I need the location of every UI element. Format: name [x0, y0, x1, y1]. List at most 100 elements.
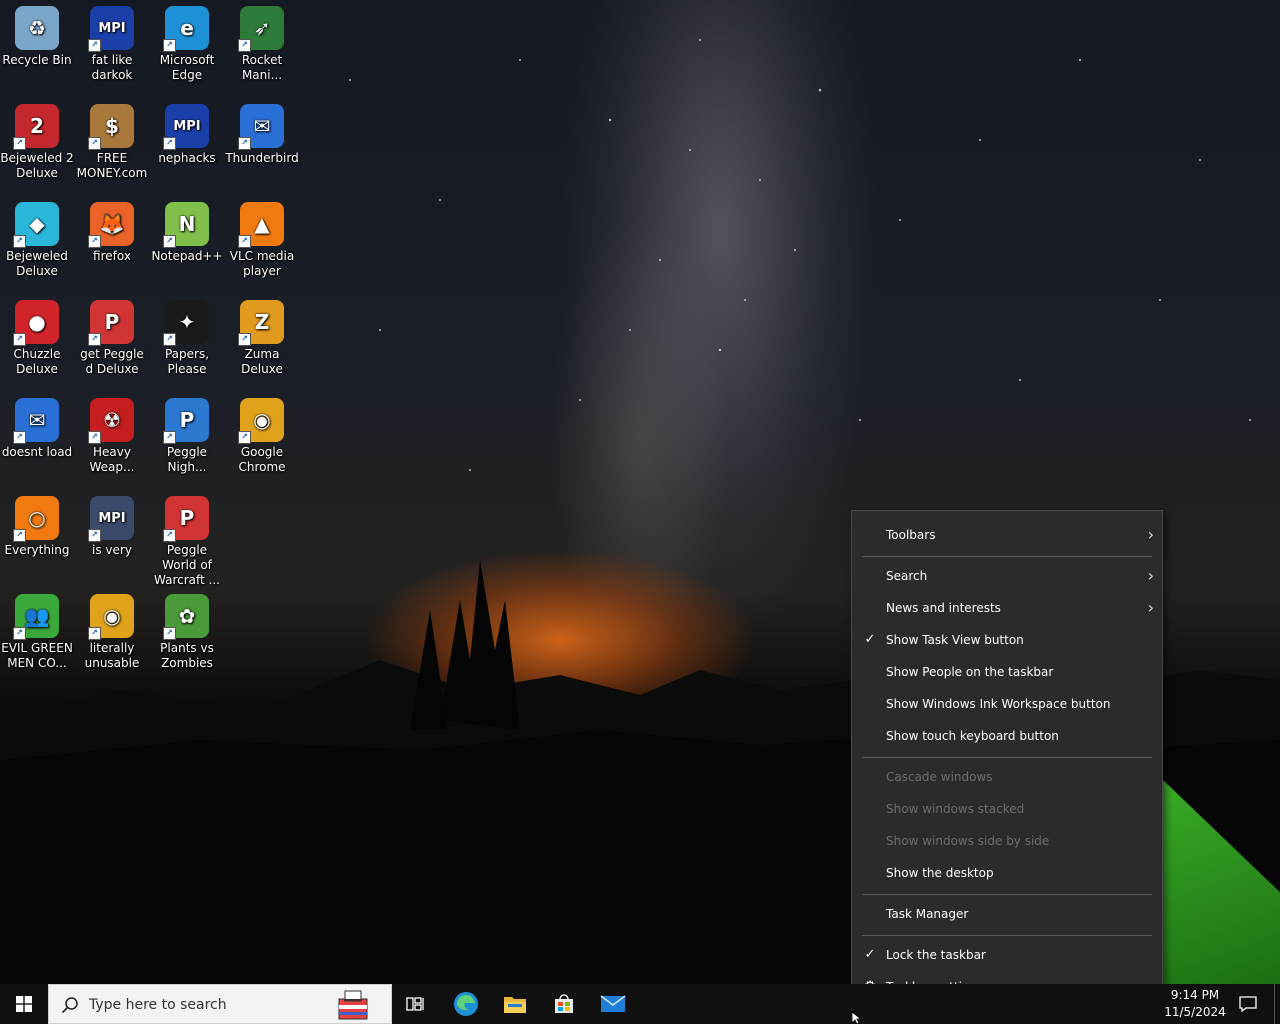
desktop-shortcut[interactable]: ○ ↗ Everything [0, 490, 74, 558]
chrome-icon: ◉ ↗ [88, 594, 134, 640]
shortcut-arrow-icon: ↗ [163, 137, 176, 150]
mpi-shield-icon: MPI ↗ [88, 496, 134, 542]
desktop-shortcut-label: Papers, Please [164, 347, 210, 376]
desktop-shortcut[interactable]: ♻ Recycle Bin [0, 0, 74, 68]
desktop-shortcut-label: get Peggle d Deluxe [80, 347, 144, 376]
desktop-shortcut[interactable]: ☢ ↗ Heavy Weap... [75, 392, 149, 475]
desktop-shortcut-label: Bejeweled Deluxe [6, 249, 68, 278]
show-desktop-button[interactable] [1274, 984, 1280, 1024]
shortcut-arrow-icon: ↗ [88, 137, 101, 150]
desktop-shortcut[interactable]: MPI ↗ is very [75, 490, 149, 558]
taskbar-search-box[interactable] [48, 984, 392, 1024]
desktop-shortcut[interactable]: Z ↗ Zuma Deluxe [225, 294, 299, 377]
desktop-shortcut-label: Chuzzle Deluxe [13, 347, 61, 376]
menu-show-desktop[interactable]: Show the desktop [852, 857, 1162, 889]
desktop-shortcut[interactable]: ◉ ↗ literally unusable [75, 588, 149, 671]
desktop-shortcut[interactable]: $ ↗ FREE MONEY.com [75, 98, 149, 181]
task-view-icon [406, 997, 424, 1011]
desktop-shortcut-label: Microsoft Edge [159, 53, 215, 82]
mail-button[interactable] [589, 984, 637, 1024]
file-explorer-button[interactable] [491, 984, 539, 1024]
desktop-shortcut-label: firefox [93, 249, 131, 263]
menu-toolbars[interactable]: Toolbars › [852, 519, 1162, 551]
desktop-shortcut[interactable]: P ↗ get Peggle d Deluxe [75, 294, 149, 377]
notification-center-button[interactable] [1230, 984, 1266, 1024]
windows-logo-icon [16, 996, 32, 1012]
desktop-shortcut[interactable]: 🦊 ↗ firefox [75, 196, 149, 264]
menu-news-interests[interactable]: News and interests › [852, 592, 1162, 624]
menu-people[interactable]: Show People on the taskbar [852, 656, 1162, 688]
bejeweled2-icon: 2 ↗ [13, 104, 59, 150]
menu-touch-keyboard-label: Show touch keyboard button [886, 729, 1059, 743]
notification-icon [1239, 996, 1257, 1012]
desktop-shortcut[interactable]: ✦ ↗ Papers, Please [150, 294, 224, 377]
shortcut-arrow-icon: ↗ [163, 529, 176, 542]
chevron-right-icon: › [1147, 525, 1154, 544]
start-button[interactable] [0, 984, 48, 1024]
menu-ink-workspace[interactable]: Show Windows Ink Workspace button [852, 688, 1162, 720]
mpi-shortcut-icon: MPI ↗ [88, 6, 134, 52]
menu-stacked: Show windows stacked [852, 793, 1162, 825]
desktop-shortcut[interactable]: ✿ ↗ Plants vs Zombies [150, 588, 224, 671]
desktop-shortcut[interactable]: ● ↗ Chuzzle Deluxe [0, 294, 74, 377]
election-ballot-box-icon [338, 990, 368, 1020]
desktop-shortcut[interactable]: ▲ ↗ VLC media player [225, 196, 299, 279]
desktop-shortcut[interactable]: ◉ ↗ Google Chrome [225, 392, 299, 475]
shortcut-arrow-icon: ↗ [238, 333, 251, 346]
file-explorer-icon [504, 997, 526, 1013]
thunderbird-icon: ✉ ↗ [13, 398, 59, 444]
shortcut-arrow-icon: ↗ [88, 431, 101, 444]
menu-search[interactable]: Search › [852, 560, 1162, 592]
chuzzle-icon: ● ↗ [13, 300, 59, 346]
desktop-shortcut-label: Thunderbird [225, 151, 299, 165]
thunderbird-icon: ✉ ↗ [238, 104, 284, 150]
desktop-shortcut[interactable]: P ↗ Peggle World of Warcraft ... [150, 490, 224, 588]
desktop-shortcut[interactable]: MPI ↗ fat like darkok [75, 0, 149, 83]
desktop-shortcut-label: Bejeweled 2 Deluxe [0, 151, 74, 180]
menu-separator [862, 894, 1152, 895]
desktop-shortcut[interactable]: 2 ↗ Bejeweled 2 Deluxe [0, 98, 74, 181]
menu-show-desktop-label: Show the desktop [886, 866, 994, 880]
menu-lock-taskbar[interactable]: ✓ Lock the taskbar [852, 939, 1162, 971]
menu-task-view-label: Show Task View button [886, 633, 1024, 647]
task-view-button[interactable] [392, 984, 440, 1024]
desktop-shortcut-label: Google Chrome [238, 445, 286, 474]
taskbar: 9:14 PM 11/5/2024 [0, 984, 1280, 1024]
checkmark-icon: ✓ [864, 947, 876, 962]
edge-taskbar-button[interactable] [442, 984, 490, 1024]
desktop-shortcut[interactable]: ➶ ↗ Rocket Mani... [225, 0, 299, 83]
peggle-icon: P ↗ [88, 300, 134, 346]
menu-task-view[interactable]: ✓ Show Task View button [852, 624, 1162, 656]
desktop-shortcut[interactable]: e ↗ Microsoft Edge [150, 0, 224, 83]
search-input[interactable] [87, 993, 331, 1017]
desktop-shortcut[interactable]: ◆ ↗ Bejeweled Deluxe [0, 196, 74, 279]
zuma-icon: Z ↗ [238, 300, 284, 346]
desktop-shortcut[interactable]: ✉ ↗ Thunderbird [225, 98, 299, 166]
checkmark-icon: ✓ [864, 632, 876, 647]
edge-icon [454, 992, 478, 1016]
taskbar-context-menu: Toolbars › Search › News and interests ›… [851, 510, 1163, 1012]
mouse-cursor-icon [852, 1012, 863, 1024]
desktop-shortcut-label: Heavy Weap... [89, 445, 135, 474]
menu-ink-label: Show Windows Ink Workspace button [886, 697, 1111, 711]
store-button[interactable] [540, 984, 588, 1024]
firefox-icon: 🦊 ↗ [88, 202, 134, 248]
desktop-shortcut[interactable]: P ↗ Peggle Nigh... [150, 392, 224, 475]
desktop-shortcut-label: VLC media player [229, 249, 295, 278]
store-icon [555, 994, 573, 1013]
shortcut-arrow-icon: ↗ [13, 431, 26, 444]
shortcut-arrow-icon: ↗ [88, 39, 101, 52]
desktop-shortcut-label: Plants vs Zombies [160, 641, 214, 670]
plants-icon: ✿ ↗ [163, 594, 209, 640]
chrome-icon: ◉ ↗ [238, 398, 284, 444]
desktop-shortcut-label: nephacks [158, 151, 216, 165]
menu-touch-keyboard[interactable]: Show touch keyboard button [852, 720, 1162, 752]
desktop-shortcut-label: EVIL GREEN MEN CO... [1, 641, 73, 670]
system-clock[interactable]: 9:14 PM 11/5/2024 [1164, 984, 1226, 1024]
desktop-shortcut[interactable]: 👥 ↗ EVIL GREEN MEN CO... [0, 588, 74, 671]
desktop-shortcut[interactable]: N ↗ Notepad++ [150, 196, 224, 264]
menu-task-manager[interactable]: Task Manager [852, 898, 1162, 930]
desktop-shortcut[interactable]: MPI ↗ nephacks [150, 98, 224, 166]
desktop-shortcut[interactable]: ✉ ↗ doesnt load [0, 392, 74, 460]
desktop-shortcut-label: Zuma Deluxe [241, 347, 283, 376]
